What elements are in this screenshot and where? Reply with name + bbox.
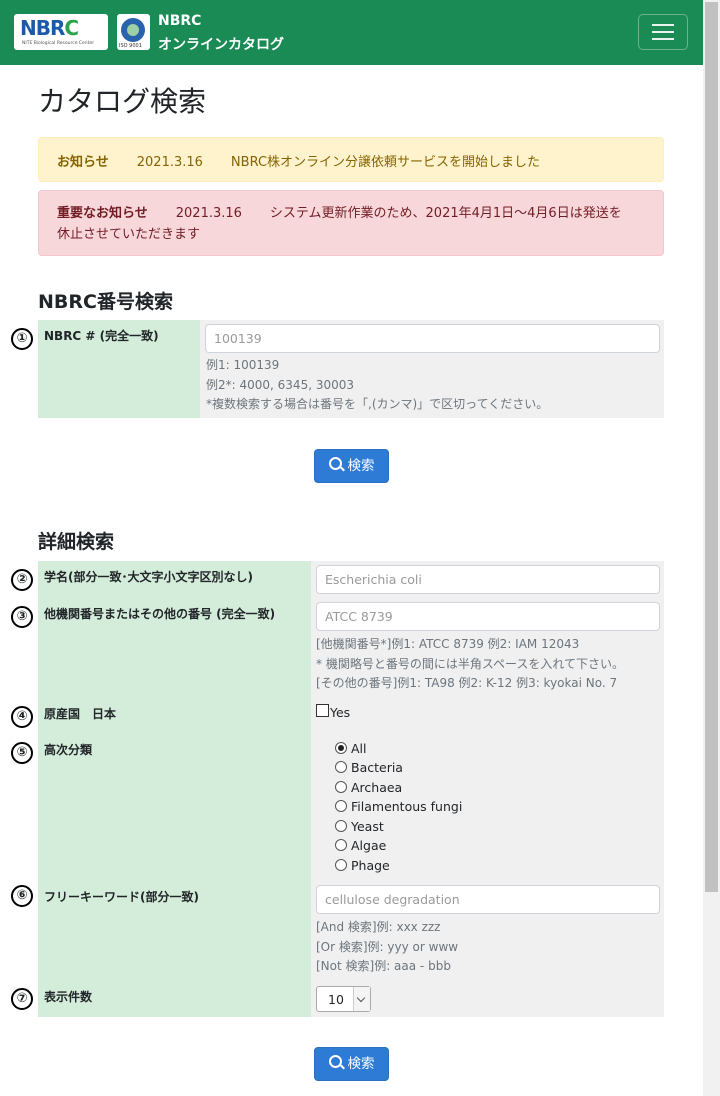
keyword-input[interactable]: cellulose degradation bbox=[316, 885, 660, 914]
radio-label: Archaea bbox=[351, 780, 403, 795]
nbrc-logo-text: NBRC bbox=[20, 16, 79, 40]
help-line: [And 検索]例: xxx zzz bbox=[316, 920, 441, 934]
radio-icon bbox=[335, 781, 347, 793]
search-button-label: 検索 bbox=[347, 458, 375, 474]
important-notice: 重要なお知らせ 2021.3.16 システム更新作業のため、2021年4月1日〜4月… bbox=[38, 190, 664, 256]
nbrc-logo[interactable]: NBRC NITE Biological Resource Center bbox=[14, 14, 108, 50]
detail-search-heading: 詳細検索 bbox=[38, 531, 115, 553]
radio-selected-icon bbox=[335, 742, 347, 754]
hamburger-icon bbox=[652, 24, 674, 26]
marker-4: ④ bbox=[11, 706, 33, 728]
nbrc-number-help: 例1: 100139 例2*: 4000, 6345, 30003 *複数検索す… bbox=[206, 356, 548, 415]
help-line: [Or 検索]例: yyy or www bbox=[316, 939, 459, 954]
taxonomy-label: 高次分類 bbox=[38, 734, 311, 881]
nbrc-search-heading: NBRC番号検索 bbox=[38, 291, 173, 313]
origin-label: 原産国 日本 bbox=[38, 698, 311, 734]
hamburger-icon-line bbox=[652, 31, 674, 33]
marker-1: ① bbox=[11, 328, 33, 350]
nbrc-number-input[interactable]: 100139 bbox=[205, 324, 660, 353]
radio-icon bbox=[335, 800, 347, 812]
radio-label: Bacteria bbox=[351, 760, 403, 775]
important-notice-date: 2021.3.16 bbox=[175, 206, 242, 221]
radio-icon bbox=[335, 820, 347, 832]
help-line: 例1: 100139 bbox=[206, 358, 280, 372]
radio-label: Yeast bbox=[351, 819, 384, 834]
other-number-label: 他機関番号またはその他の番号 (完全一致) bbox=[38, 598, 311, 698]
help-line: 例2*: 4000, 6345, 30003 bbox=[206, 377, 355, 392]
brand-name[interactable]: NBRC bbox=[158, 13, 201, 29]
search-icon bbox=[328, 1055, 342, 1068]
search-icon bbox=[328, 457, 342, 470]
help-line: *複数検索する場合は番号を「,(カンマ)」で区切ってください。 bbox=[206, 397, 549, 411]
page-size-select[interactable]: 10 bbox=[316, 986, 371, 1012]
info-notice-label: お知らせ bbox=[57, 155, 109, 170]
important-notice-label: 重要なお知らせ bbox=[57, 206, 148, 221]
radio-icon bbox=[335, 761, 347, 773]
other-number-input[interactable]: ATCC 8739 bbox=[316, 602, 660, 631]
radio-icon bbox=[335, 839, 347, 851]
important-notice-text: システム更新作業のため、2021年4月1日〜4月6日は発送を bbox=[269, 206, 622, 221]
keyword-help: [And 検索]例: xxx zzz [Or 検索]例: yyy or www … bbox=[316, 918, 458, 977]
help-line: [他機関番号*]例1: ATCC 8739 例2: IAM 12043 bbox=[316, 637, 580, 651]
marker-2: ② bbox=[11, 569, 33, 591]
nbrc-number-label: NBRC # (完全一致) bbox=[38, 320, 200, 418]
page-size-label: 表示件数 bbox=[38, 981, 311, 1017]
info-notice-text: NBRC株オンライン分譲依頼サービスを開始しました bbox=[230, 155, 541, 170]
chevron-down-icon bbox=[353, 987, 370, 1011]
origin-cell bbox=[311, 698, 664, 734]
species-label: 学名(部分一致･大文字小文字区別なし) bbox=[38, 561, 311, 598]
help-line: * 機関略号と番号の間には半角スペースを入れて下さい。 bbox=[316, 656, 625, 671]
radio-label: Algae bbox=[351, 838, 387, 853]
important-notice-text-line2: 休止させていただきます bbox=[57, 227, 201, 242]
marker-7: ⑦ bbox=[11, 988, 33, 1010]
help-line: [Not 検索]例: aaa - bbb bbox=[316, 959, 451, 973]
info-notice: お知らせ 2021.3.16 NBRC株オンライン分譲依頼サービスを開始しました bbox=[38, 137, 664, 182]
nbrc-search-button[interactable]: 検索 bbox=[314, 449, 389, 483]
iso-logo: ISO 9001 bbox=[117, 14, 150, 50]
species-input[interactable]: Escherichia coli bbox=[316, 565, 660, 594]
other-number-help: [他機関番号*]例1: ATCC 8739 例2: IAM 12043 * 機関… bbox=[316, 635, 624, 694]
keyword-label: フリーキーワード(部分一致) bbox=[38, 881, 311, 981]
radio-icon bbox=[335, 859, 347, 871]
top-navbar: NBRC NITE Biological Resource Center ISO… bbox=[0, 0, 703, 65]
info-notice-date: 2021.3.16 bbox=[136, 155, 203, 170]
radio-label: Filamentous fungi bbox=[351, 799, 463, 814]
radio-label: All bbox=[351, 741, 367, 756]
marker-6: ⑥ bbox=[11, 885, 33, 907]
detail-search-button[interactable]: 検索 bbox=[314, 1047, 389, 1081]
search-button-label: 検索 bbox=[347, 1056, 375, 1072]
iso-text: ISO 9001 bbox=[119, 43, 142, 49]
help-line: [その他の番号]例1: TA98 例2: K-12 例3: kyokai No.… bbox=[316, 676, 618, 690]
radio-label: Phage bbox=[351, 858, 390, 873]
marker-3: ③ bbox=[11, 606, 33, 628]
origin-checkbox-label[interactable]: Yes bbox=[330, 705, 350, 720]
brand-subtitle[interactable]: オンラインカタログ bbox=[158, 34, 284, 54]
page-title: カタログ検索 bbox=[38, 85, 207, 118]
hamburger-icon-line bbox=[652, 38, 674, 40]
hamburger-menu-button[interactable] bbox=[638, 14, 688, 50]
origin-japan-checkbox[interactable] bbox=[316, 704, 329, 717]
marker-5: ⑤ bbox=[11, 742, 33, 764]
iso-badge-icon bbox=[121, 18, 145, 42]
nbrc-logo-subtext: NITE Biological Resource Center bbox=[22, 41, 95, 46]
page-size-value: 10 bbox=[328, 992, 344, 1007]
scrollbar-thumb[interactable] bbox=[705, 2, 718, 892]
